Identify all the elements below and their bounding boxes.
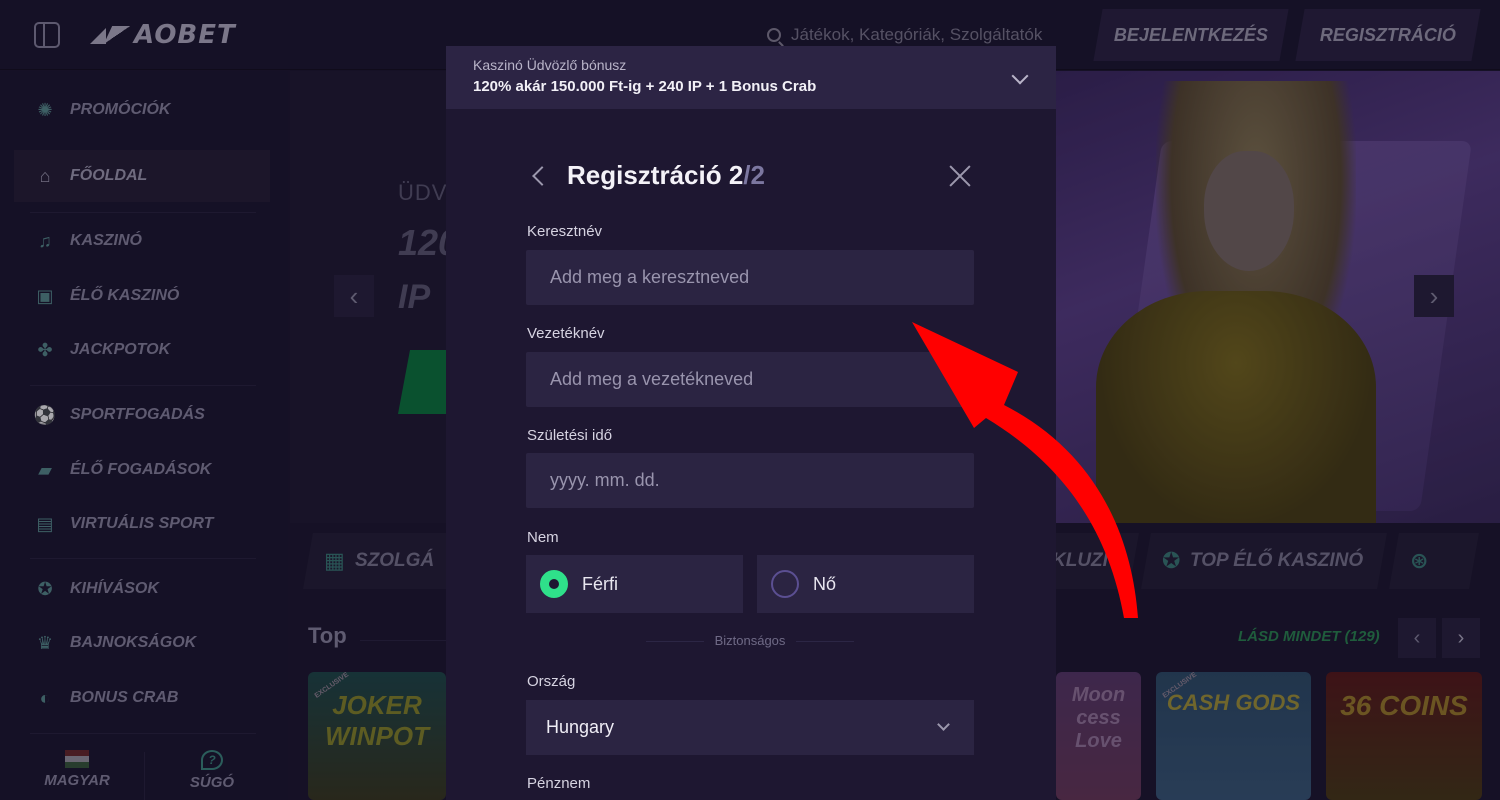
last-name-field[interactable] [526,352,974,407]
radio-unselected[interactable] [771,570,799,598]
gender-option-male[interactable]: Férfi [526,555,743,613]
first-name-label: Keresztnév [527,223,603,240]
radio-selected[interactable] [540,570,568,598]
modal-title-text: Regisztráció 2 [567,160,744,190]
close-icon[interactable] [948,163,972,187]
birth-date-field[interactable] [526,453,974,508]
first-name-field[interactable] [526,250,974,305]
bonus-value: 120% akár 150.000 Ft-ig + 240 IP + 1 Bon… [473,78,817,95]
bonus-label: Kaszinó Üdvözlő bónusz [473,57,627,73]
country-select[interactable]: Hungary [526,700,974,755]
back-button[interactable] [531,164,549,188]
bonus-selector[interactable]: Kaszinó Üdvözlő bónusz 120% akár 150.000… [446,46,1056,109]
gender-male-label: Férfi [582,573,618,594]
modal-step-total: /2 [743,160,765,190]
secure-text: Biztonságos [714,633,786,648]
chevron-down-icon [937,718,950,731]
registration-modal: Regisztráció 2/2 Keresztnév Vezetéknév S… [446,109,1056,800]
gender-female-label: Nő [813,573,837,594]
currency-label: Pénznem [527,775,591,792]
last-name-label: Vezetéknév [527,325,605,342]
modal-title: Regisztráció 2/2 [567,160,765,191]
country-value: Hungary [546,717,615,737]
gender-label: Nem [527,529,559,546]
secure-divider-right [796,641,854,642]
country-label: Ország [527,673,576,690]
birth-date-label: Születési idő [527,427,613,444]
gender-option-female[interactable]: Nő [757,555,974,613]
